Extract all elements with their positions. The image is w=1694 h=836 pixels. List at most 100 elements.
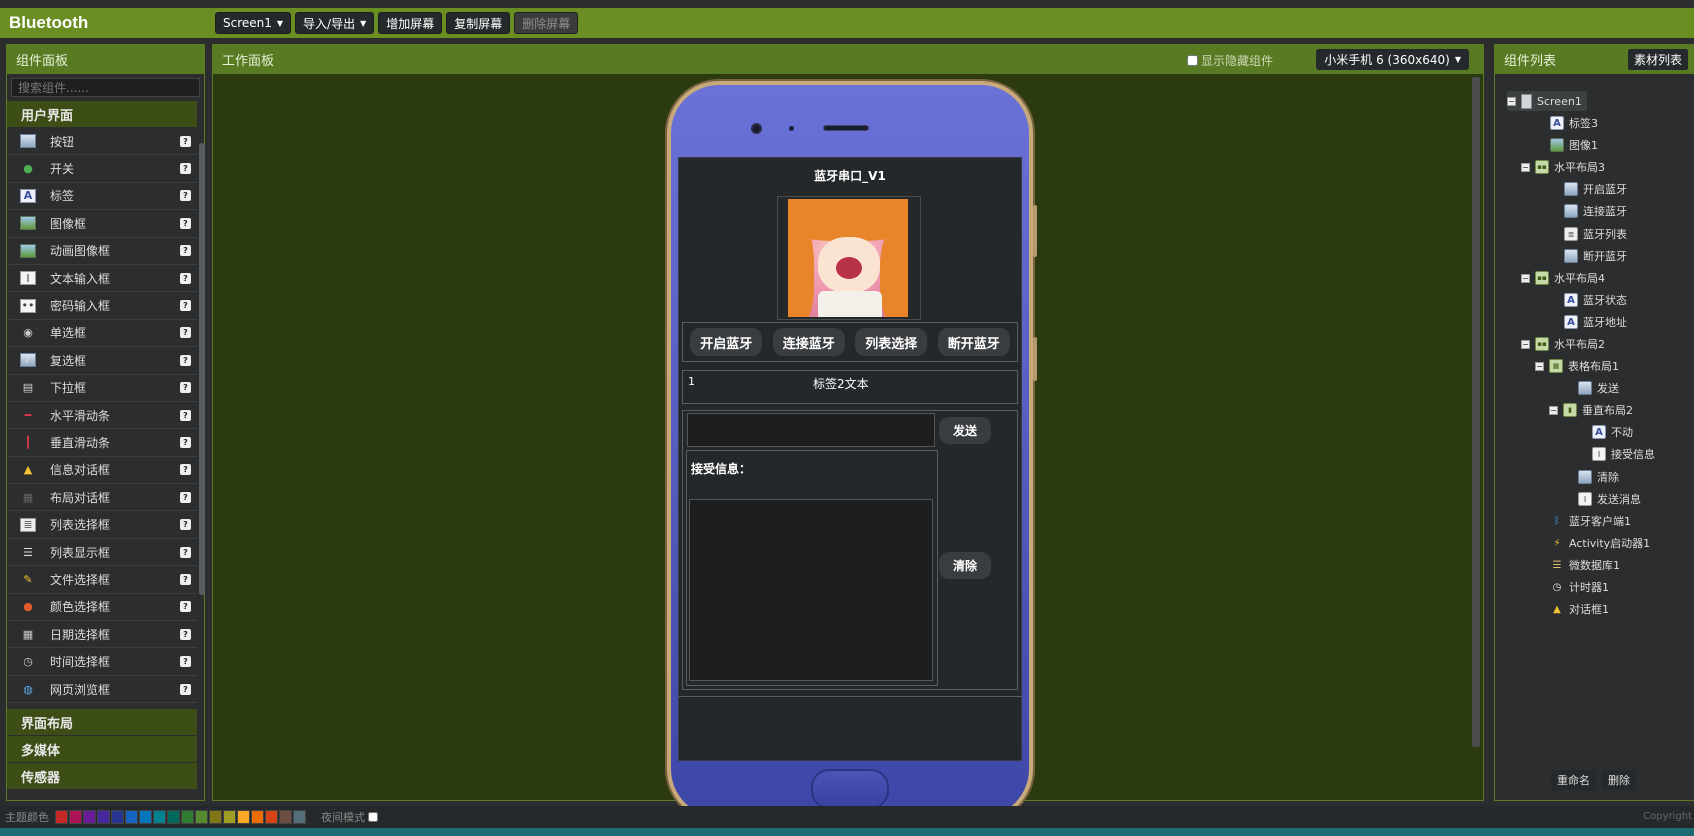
assets-list-button[interactable]: 素材列表 [1627, 49, 1688, 70]
tree-item[interactable]: 图像1 [1535, 135, 1598, 155]
delete-component-button[interactable]: 删除 [1602, 770, 1636, 790]
collapse-icon[interactable]: − [1535, 361, 1544, 371]
theme-swatch[interactable] [195, 810, 208, 824]
tree-item[interactable]: A 蓝牙地址 [1549, 312, 1627, 332]
palette-item[interactable]: ┃ 垂直滑动条? [7, 429, 197, 457]
theme-swatch[interactable] [223, 810, 236, 824]
theme-swatch[interactable] [97, 810, 110, 824]
tree-item[interactable]: 发送 [1563, 378, 1619, 398]
palette-item[interactable]: I 文本输入框? [7, 265, 197, 293]
theme-swatch[interactable] [265, 810, 278, 824]
category-sensors[interactable]: 传感器 [7, 763, 197, 791]
clear-button[interactable]: 清除 [939, 552, 991, 579]
tree-item[interactable]: A 蓝牙状态 [1549, 290, 1627, 310]
tree-item[interactable]: − ▦ 表格布局1 [1535, 356, 1619, 376]
help-icon[interactable]: ? [180, 601, 191, 613]
night-mode-checkbox[interactable] [368, 812, 378, 822]
rename-button[interactable]: 重命名 [1551, 770, 1596, 790]
theme-swatch[interactable] [153, 810, 166, 824]
palette-item[interactable]: ✓ 复选框? [7, 347, 197, 375]
help-icon[interactable]: ? [180, 354, 191, 366]
status-text-label[interactable]: 标签2文本 [813, 375, 869, 392]
collapse-icon[interactable]: − [1549, 405, 1558, 415]
palette-scrollbar[interactable] [199, 143, 205, 595]
image-component[interactable] [777, 196, 921, 320]
help-icon[interactable]: ? [180, 573, 191, 585]
help-icon[interactable]: ? [180, 409, 191, 421]
palette-item[interactable]: ✎ 文件选择框? [7, 566, 197, 594]
theme-swatch[interactable] [293, 810, 306, 824]
tree-item[interactable]: − ▮ 垂直布局2 [1549, 400, 1633, 420]
palette-item[interactable]: ◷ 时间选择框? [7, 648, 197, 676]
theme-swatch[interactable] [139, 810, 152, 824]
tree-item[interactable]: − Screen1 [1507, 91, 1587, 111]
theme-swatch[interactable] [181, 810, 194, 824]
send-button[interactable]: 发送 [939, 417, 991, 444]
tree-item[interactable]: 开启蓝牙 [1549, 179, 1627, 199]
disconnect-bluetooth-button[interactable]: 断开蓝牙 [937, 328, 1010, 356]
palette-item[interactable]: ▦ 布局对话框? [7, 484, 197, 512]
help-icon[interactable]: ? [180, 628, 191, 640]
tree-item[interactable]: − ▪▪ 水平布局2 [1521, 334, 1605, 354]
tree-item[interactable]: 连接蓝牙 [1549, 201, 1627, 221]
palette-item[interactable]: ● 颜色选择框? [7, 594, 197, 622]
palette-item[interactable]: ≣ 列表选择框? [7, 511, 197, 539]
theme-swatch[interactable] [83, 810, 96, 824]
help-icon[interactable]: ? [180, 464, 191, 476]
category-media[interactable]: 多媒体 [7, 736, 197, 764]
receive-label[interactable]: 接受信息： [691, 460, 751, 477]
palette-item[interactable]: 按钮? [7, 128, 197, 156]
workspace-scrollbar[interactable] [1472, 77, 1480, 747]
palette-item[interactable]: ☰ 列表显示框? [7, 539, 197, 567]
theme-swatch[interactable] [251, 810, 264, 824]
collapse-icon[interactable]: − [1521, 162, 1530, 172]
tree-item[interactable]: − ▪▪ 水平布局4 [1521, 268, 1605, 288]
collapse-icon[interactable]: − [1507, 96, 1516, 106]
help-icon[interactable]: ? [180, 272, 191, 284]
show-hidden-checkbox[interactable] [1186, 55, 1198, 66]
help-icon[interactable]: ? [180, 217, 191, 229]
tree-item[interactable]: ᛒ 蓝牙客户端1 [1535, 511, 1631, 531]
theme-swatch[interactable] [279, 810, 292, 824]
show-hidden-toggle[interactable]: 显示隐藏组件 [1186, 52, 1273, 69]
enable-bluetooth-button[interactable]: 开启蓝牙 [690, 328, 763, 356]
add-screen-button[interactable]: 增加屏幕 [378, 12, 443, 34]
tree-item[interactable]: ◷ 计时器1 [1535, 577, 1609, 597]
theme-swatch[interactable] [237, 810, 250, 824]
list-select-button[interactable]: 列表选择 [855, 328, 928, 356]
status-number-label[interactable]: 1 [688, 375, 695, 388]
theme-swatch[interactable] [55, 810, 68, 824]
palette-item[interactable]: ● 开关? [7, 155, 197, 183]
app-title-label[interactable]: 蓝牙串口_V1 [679, 167, 1021, 183]
tree-item[interactable]: 断开蓝牙 [1549, 246, 1627, 266]
category-layout[interactable]: 界面布局 [7, 709, 197, 737]
help-icon[interactable]: ? [180, 190, 191, 202]
tree-item[interactable]: A 不动 [1577, 422, 1633, 442]
help-icon[interactable]: ? [180, 683, 191, 695]
help-icon[interactable]: ? [180, 300, 191, 312]
theme-swatch[interactable] [125, 810, 138, 824]
help-icon[interactable]: ? [180, 656, 191, 668]
palette-item[interactable]: ▲ 信息对话框? [7, 457, 197, 485]
help-icon[interactable]: ? [180, 327, 191, 339]
palette-item[interactable]: •• 密码输入框? [7, 292, 197, 320]
tree-item[interactable]: ☰ 微数据库1 [1535, 555, 1620, 575]
screen-select-dropdown[interactable]: Screen1 ▼ [215, 12, 292, 34]
help-icon[interactable]: ? [180, 135, 191, 147]
tree-item[interactable]: − ▪▪ 水平布局3 [1521, 157, 1605, 177]
palette-item[interactable]: ▦ 日期选择框? [7, 621, 197, 649]
help-icon[interactable]: ? [180, 436, 191, 448]
tree-item[interactable]: ▲ 对话框1 [1535, 599, 1609, 619]
theme-swatch[interactable] [111, 810, 124, 824]
help-icon[interactable]: ? [180, 546, 191, 558]
connect-bluetooth-button[interactable]: 连接蓝牙 [772, 328, 845, 356]
palette-item[interactable]: ◍ 网页浏览框? [7, 676, 197, 704]
help-icon[interactable]: ? [180, 519, 191, 531]
device-size-dropdown[interactable]: 小米手机 6 (360x640) ▼ [1316, 49, 1469, 70]
palette-item[interactable]: 图像框? [7, 210, 197, 238]
import-export-dropdown[interactable]: 导入/导出 ▼ [295, 12, 375, 34]
tree-item[interactable]: ⚡ Activity启动器1 [1535, 533, 1650, 553]
category-user-interface[interactable]: 用户界面 [7, 101, 197, 128]
help-icon[interactable]: ? [180, 491, 191, 503]
palette-item[interactable]: ▤ 下拉框? [7, 375, 197, 402]
